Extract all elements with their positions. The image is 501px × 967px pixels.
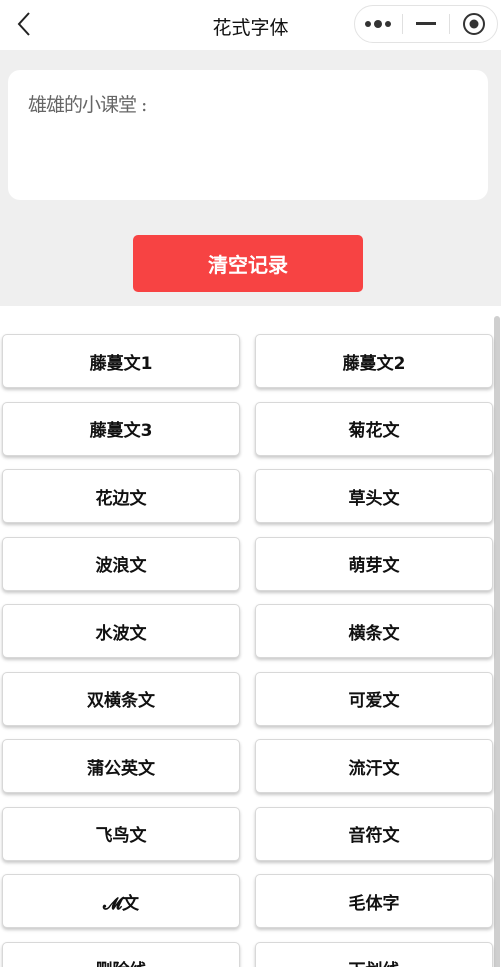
text-editor[interactable]: 雄雄的小课堂 : xyxy=(8,70,488,200)
font-style-button[interactable]: 水波文 xyxy=(2,604,240,658)
clear-records-button[interactable]: 清空记录 xyxy=(133,235,363,292)
font-style-button[interactable]: 草头文 xyxy=(255,469,493,523)
more-dots-icon xyxy=(365,20,392,28)
more-button[interactable] xyxy=(355,6,402,42)
input-area: 雄雄的小课堂 : 清空记录 xyxy=(0,50,501,306)
nav-bar: 花式字体 xyxy=(0,0,501,50)
font-style-button[interactable]: 波浪文 xyxy=(2,536,240,591)
editor-text: 雄雄的小课堂 : xyxy=(28,94,147,116)
font-style-button[interactable]: 横条文 xyxy=(255,604,493,658)
font-style-button[interactable]: 𝓜文 xyxy=(2,874,240,928)
minimize-button[interactable] xyxy=(403,6,450,42)
font-style-button[interactable]: 蒲公英文 xyxy=(2,739,240,793)
font-style-button[interactable]: 删除线 xyxy=(2,941,240,967)
font-style-grid: 藤蔓文1 藤蔓文2 藤蔓文3 菊花文 花边文 草头文 波浪文 萌芽文 水波文 横条文 双横条文 可爱文… xyxy=(0,306,501,967)
font-style-button[interactable]: 花边文 xyxy=(2,469,240,523)
font-style-button[interactable]: 音符文 xyxy=(255,806,493,861)
font-style-button[interactable]: 藤蔓文1 xyxy=(2,334,240,388)
font-style-button[interactable]: 藤蔓文3 xyxy=(2,401,240,456)
font-style-button[interactable]: 可爱文 xyxy=(255,671,493,726)
font-style-button[interactable]: 毛体字 xyxy=(255,874,493,928)
minimize-icon xyxy=(416,22,436,25)
font-style-button[interactable]: 藤蔓文2 xyxy=(255,334,493,388)
record-target-icon xyxy=(462,13,485,35)
font-style-button[interactable]: 萌芽文 xyxy=(255,536,493,591)
font-style-button[interactable]: 飞鸟文 xyxy=(2,806,240,861)
font-style-button[interactable]: 菊花文 xyxy=(255,401,493,456)
mini-program-capsule xyxy=(354,5,498,43)
font-style-button[interactable]: 双横条文 xyxy=(2,671,240,726)
close-mini-program-button[interactable] xyxy=(450,6,497,42)
font-style-button[interactable]: 流汗文 xyxy=(255,739,493,793)
font-style-button[interactable]: 下划线 xyxy=(255,941,493,967)
scrollbar[interactable] xyxy=(494,316,500,967)
